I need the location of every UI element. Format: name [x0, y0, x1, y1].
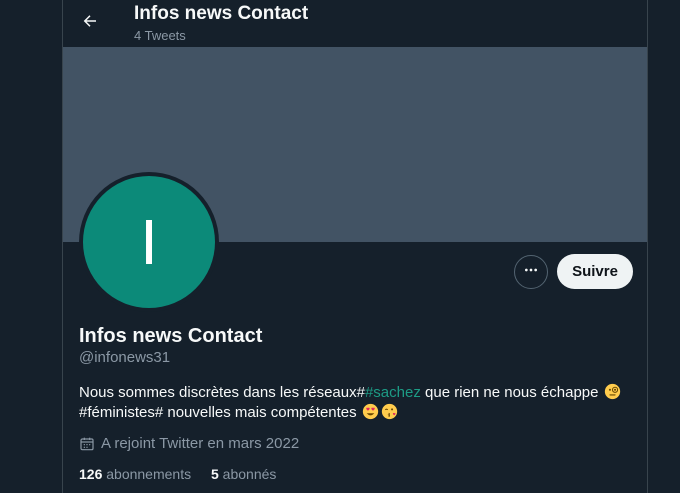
join-date-text: A rejoint Twitter en mars 2022 [101, 435, 300, 452]
follow-stats: 126 abonnements 5 abonnés [79, 466, 292, 482]
bio-text-3: #féministes# nouvelles mais compétentes [79, 404, 361, 421]
more-button[interactable] [514, 255, 548, 289]
arrow-left-icon [81, 12, 99, 35]
avatar-letter: I [140, 206, 158, 278]
header-title: Infos news Contact [134, 3, 309, 24]
profile-header: Infos news Contact 4 Tweets [63, 0, 647, 46]
following-link[interactable]: 126 abonnements [79, 466, 191, 482]
profile-handle: @infonews31 [79, 349, 171, 366]
bio-text-1: Nous sommes discrètes dans les réseaux# [79, 384, 365, 401]
avatar[interactable]: I [83, 176, 215, 308]
profile-bio: Nous sommes discrètes dans les réseaux##… [79, 383, 639, 423]
kissing-face-emoji-icon [381, 403, 398, 420]
followers-count: 5 [210, 466, 219, 482]
heart-eyes-emoji-icon [362, 403, 379, 420]
followers-label: abonnés [222, 466, 277, 482]
following-label: abonnements [106, 466, 192, 482]
avatar-ring: I [79, 172, 219, 312]
back-button[interactable] [73, 6, 107, 40]
tweet-count: 4 Tweets [134, 28, 186, 43]
profile-name: Infos news Contact [79, 325, 263, 347]
following-count: 126 [79, 466, 103, 482]
calendar-icon [79, 436, 95, 452]
more-dots-icon [523, 262, 539, 283]
follow-button[interactable]: Suivre [557, 254, 633, 289]
hashtag-link[interactable]: #sachez [365, 384, 421, 401]
monocle-face-emoji-icon [604, 383, 621, 400]
profile-column: Infos news Contact 4 Tweets I Suivre Inf… [62, 0, 648, 493]
join-date: A rejoint Twitter en mars 2022 [79, 435, 299, 452]
bio-text-2: que rien ne nous échappe [420, 384, 603, 401]
followers-link[interactable]: 5 abonnés [211, 466, 276, 482]
